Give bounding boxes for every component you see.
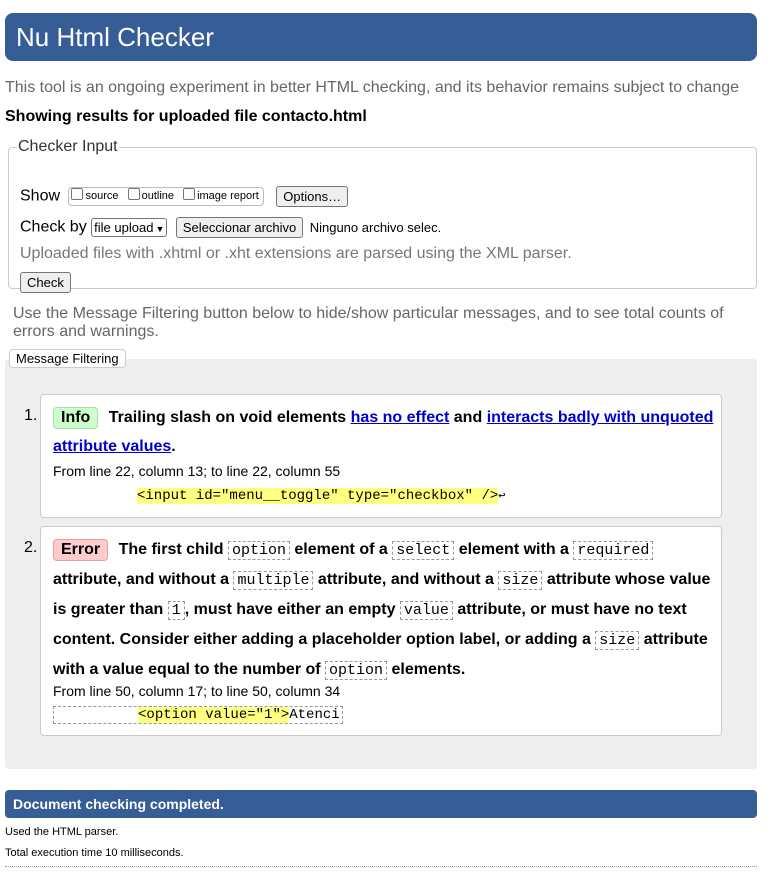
showing-results: Showing results for uploaded file contac… (5, 108, 367, 125)
show-outline-option[interactable]: outline (127, 188, 174, 202)
check-row: Check (20, 272, 71, 293)
completion-banner: Document checking completed. (5, 790, 757, 818)
code-option: option (227, 541, 290, 560)
page-header: Nu Html Checker (5, 13, 757, 61)
show-label: Show (20, 187, 61, 205)
checker-input: Checker Input Show source outline image … (8, 138, 757, 293)
message-filtering-button[interactable]: Message Filtering (9, 349, 126, 368)
xml-parser-note: Uploaded files with .xhtml or .xht exten… (20, 245, 572, 262)
check-button[interactable]: Check (20, 272, 71, 293)
code-option: option (325, 661, 388, 680)
show-row: Show source outline image report Options… (20, 186, 349, 207)
code-one: 1 (167, 601, 185, 620)
footer-divider (5, 866, 757, 867)
message-number: 2. (24, 539, 38, 556)
message-number: 1. (24, 407, 38, 424)
code-required: required (573, 541, 654, 560)
code-select: select (392, 541, 455, 560)
source-checkbox[interactable] (71, 188, 84, 200)
execution-time: Total execution time 10 milliseconds. (5, 847, 184, 859)
message-error: Error The first child option element of … (40, 526, 722, 736)
has-no-effect-link[interactable]: has no effect (351, 409, 450, 426)
parser-info: Used the HTML parser. (5, 826, 119, 838)
show-options: source outline image report (68, 187, 264, 206)
line-end-icon: ↩ (498, 489, 506, 503)
highlighted-code: <option value="1"> (138, 707, 290, 723)
code-extract: <option value="1">Atenci (53, 705, 343, 725)
error-badge: Error (53, 539, 109, 561)
code-multiple: multiple (233, 571, 314, 590)
code-value: value (399, 601, 453, 620)
checker-input-legend: Checker Input (18, 138, 118, 155)
filter-note: Use the Message Filtering button below t… (13, 305, 724, 340)
options-button[interactable]: Options… (276, 186, 349, 207)
check-by-row: Check by file upload ▼ Seleccionar archiv… (20, 217, 441, 238)
select-file-button[interactable]: Seleccionar archivo (175, 217, 304, 238)
code-extract: <input id="menu__toggle" type="checkbox"… (137, 486, 506, 506)
message-text: Error The first child option element of … (53, 539, 711, 680)
message-location: From line 50, column 17; to line 50, col… (53, 683, 341, 699)
show-image-report-option[interactable]: image report (183, 188, 259, 202)
check-by-label: Check by (20, 218, 87, 236)
info-badge: Info (53, 407, 99, 429)
page-title: Nu Html Checker (16, 22, 214, 52)
check-by-select[interactable]: file upload ▼ (91, 218, 168, 237)
message-info: Info Trailing slash on void elements has… (40, 394, 722, 518)
show-source-option[interactable]: source (71, 188, 119, 202)
highlighted-code: <input id="menu__toggle" type="checkbox"… (137, 488, 499, 504)
tagline: This tool is an ongoing experiment in be… (5, 79, 740, 96)
message-text: Info Trailing slash on void elements has… (53, 407, 714, 455)
code-size: size (498, 571, 543, 590)
outline-checkbox[interactable] (127, 188, 140, 200)
file-status: Ninguno archivo selec. (309, 220, 442, 235)
image-report-checkbox[interactable] (183, 188, 196, 200)
message-location: From line 22, column 13; to line 22, col… (53, 463, 341, 479)
chevron-down-icon: ▼ (155, 224, 165, 234)
code-size: size (595, 631, 640, 650)
